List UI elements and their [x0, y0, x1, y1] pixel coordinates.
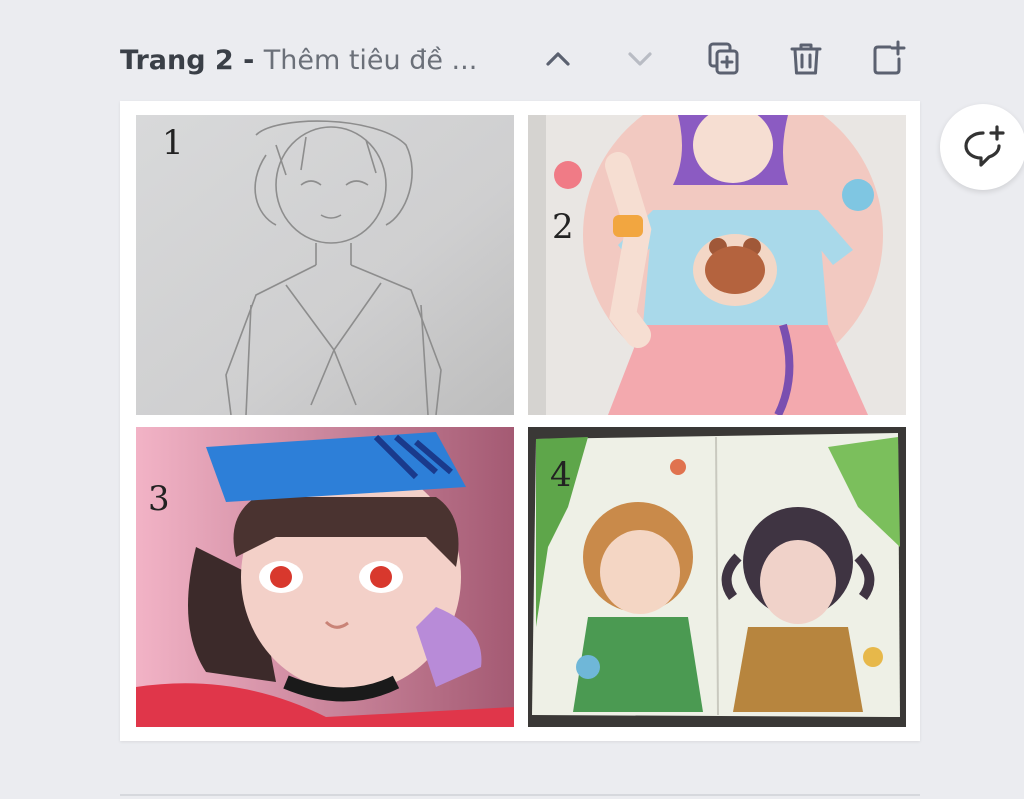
artwork-4[interactable]: 4: [528, 427, 906, 727]
bear-shirt-girl-image: [528, 115, 906, 415]
move-page-down-button[interactable]: [617, 36, 663, 82]
artwork-number: 2: [552, 207, 574, 247]
page-title-input[interactable]: Thêm tiêu đề ...: [264, 45, 478, 76]
headband-portrait-image: [136, 427, 514, 727]
trash-icon: [790, 43, 822, 75]
duplicate-page-icon: [708, 42, 739, 75]
page-label: Trang 2 -: [120, 44, 264, 76]
add-comment-icon: [964, 125, 1005, 167]
duplicate-page-button[interactable]: [701, 36, 747, 82]
artwork-1[interactable]: 1: [136, 115, 514, 415]
artwork-number: 4: [550, 455, 572, 495]
page-title[interactable]: Trang 2 - Thêm tiêu đề ...: [120, 45, 477, 76]
watercolor-children-image: [528, 427, 906, 727]
move-page-up-button[interactable]: [535, 36, 581, 82]
chevron-down-icon: [628, 52, 652, 66]
delete-page-button[interactable]: [783, 36, 829, 82]
add-comment-button[interactable]: [940, 104, 1024, 190]
next-page-divider: [120, 794, 920, 796]
artwork-number: 1: [162, 123, 184, 163]
add-page-icon: [873, 40, 906, 75]
add-page-button[interactable]: [865, 36, 911, 82]
artwork-2[interactable]: 2: [528, 115, 906, 415]
chevron-up-icon: [546, 52, 570, 66]
artwork-3[interactable]: 3: [136, 427, 514, 727]
artwork-number: 3: [148, 479, 170, 519]
page-canvas[interactable]: 1 2 3 4: [120, 101, 920, 741]
pencil-sketch-image: [136, 115, 514, 415]
